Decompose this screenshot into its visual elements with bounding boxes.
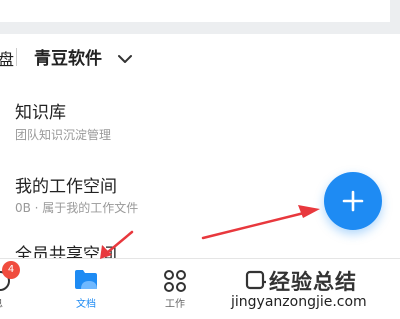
top-card xyxy=(0,0,390,22)
tab-label: 工作 xyxy=(165,299,185,310)
header-divider xyxy=(16,48,17,66)
watermark: 经验总结 jingyanzongjie.com xyxy=(231,264,400,318)
status-area xyxy=(0,0,400,30)
list-item-subtitle: 团队知识沉淀管理 xyxy=(15,128,112,142)
tab-documents[interactable]: 文档 xyxy=(56,259,116,319)
folder-icon xyxy=(75,270,97,289)
header-left-fragment: 盘 xyxy=(0,50,15,69)
unread-badge: 4 xyxy=(2,261,20,279)
list-item-subtitle: 0B · 属于我的工作文件 xyxy=(15,201,139,215)
team-title[interactable]: 青豆软件 xyxy=(34,44,102,69)
header: 盘 青豆软件 xyxy=(0,34,400,80)
tab-label: 息 xyxy=(0,295,28,310)
list-item-title: 全员共享空间 xyxy=(15,245,117,258)
plus-icon xyxy=(342,190,364,212)
list-item-shared-space[interactable]: 全员共享空间 xyxy=(0,230,400,258)
tab-label: 文档 xyxy=(76,299,96,310)
list-item-knowledge-base[interactable]: 知识库 团队知识沉淀管理 xyxy=(0,80,400,142)
watermark-text: 经验总结 xyxy=(269,270,357,294)
tab-messages[interactable]: 4 息 xyxy=(0,259,48,319)
tab-work[interactable]: 工作 xyxy=(145,259,205,319)
list-item-title: 我的工作空间 xyxy=(15,177,117,197)
apps-grid-icon xyxy=(164,270,186,292)
space-list: 知识库 团队知识沉淀管理 我的工作空间 0B · 属于我的工作文件 全员共享空间 xyxy=(0,80,400,258)
watermark-url: jingyanzongjie.com xyxy=(231,294,367,310)
add-button[interactable] xyxy=(324,172,382,230)
chevron-down-icon[interactable] xyxy=(117,50,133,69)
watermark-logo-icon xyxy=(245,270,266,290)
list-item-title: 知识库 xyxy=(15,103,66,123)
